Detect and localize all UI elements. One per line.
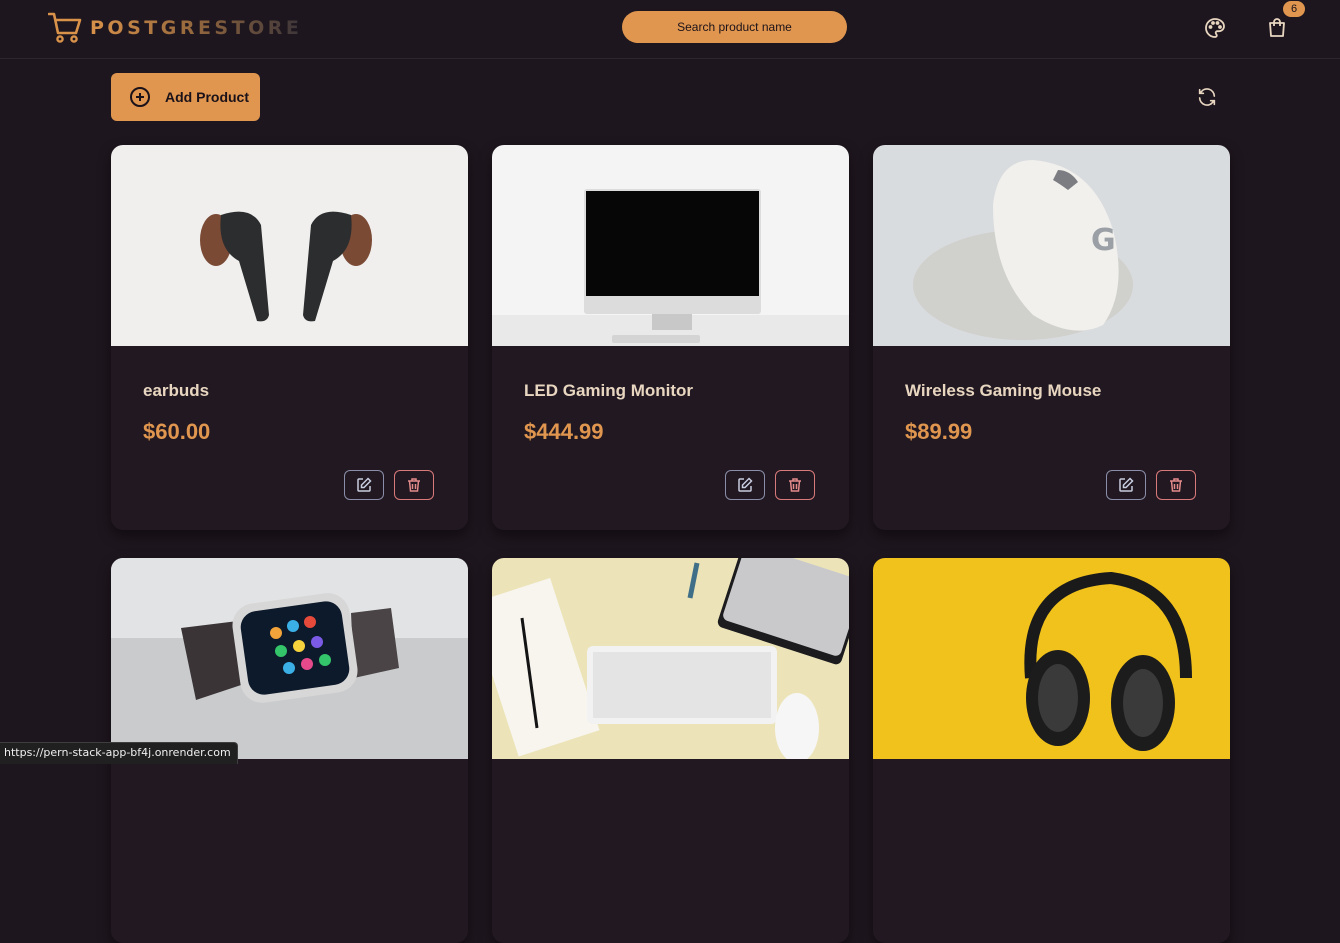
edit-icon <box>1119 477 1134 492</box>
logo-text: POSTGRESTORE <box>90 16 303 39</box>
edit-button[interactable] <box>344 470 384 500</box>
edit-icon <box>738 477 753 492</box>
theme-button[interactable] <box>1203 16 1227 40</box>
edit-button[interactable] <box>1106 470 1146 500</box>
shopping-bag-icon <box>1269 18 1285 37</box>
product-image[interactable] <box>492 145 849 346</box>
product-name: LED Gaming Monitor <box>524 381 694 400</box>
add-product-button[interactable]: Add Product <box>111 73 260 121</box>
product-card <box>492 558 849 943</box>
logo[interactable]: POSTGRESTORE <box>48 11 302 44</box>
product-price: $89.99 <box>905 419 973 444</box>
product-image[interactable] <box>111 558 468 759</box>
search-input[interactable] <box>622 11 847 43</box>
trash-icon <box>789 478 801 492</box>
product-image[interactable] <box>873 558 1230 759</box>
refresh-button[interactable] <box>1196 86 1218 108</box>
svg-text:G: G <box>1091 223 1116 258</box>
product-price: $444.99 <box>524 419 604 444</box>
headphones-photo <box>873 558 1230 759</box>
delete-button[interactable] <box>1156 470 1196 500</box>
product-image[interactable]: G <box>873 145 1230 346</box>
earbuds-photo <box>111 145 468 346</box>
product-image[interactable] <box>111 145 468 346</box>
edit-button[interactable] <box>725 470 765 500</box>
trash-icon <box>1170 478 1182 492</box>
delete-button[interactable] <box>394 470 434 500</box>
product-card: earbuds $60.00 <box>111 145 468 530</box>
smartwatch-photo <box>111 558 468 759</box>
cart-count-badge: 6 <box>1283 1 1305 17</box>
shopping-cart-icon <box>48 12 82 43</box>
palette-icon <box>1205 18 1225 38</box>
add-product-label: Add Product <box>165 89 249 105</box>
product-card: G Wireless Gaming Mouse $89.99 <box>873 145 1230 530</box>
cart-button[interactable] <box>1265 16 1289 40</box>
trash-icon <box>408 478 420 492</box>
product-card: LED Gaming Monitor $444.99 <box>492 145 849 530</box>
product-price: $60.00 <box>143 419 211 444</box>
product-image[interactable] <box>492 558 849 759</box>
refresh-icon <box>1198 88 1216 106</box>
product-card <box>873 558 1230 943</box>
monitor-photo <box>492 145 849 346</box>
navbar: POSTGRESTORE 6 <box>0 0 1340 59</box>
product-name: earbuds <box>143 381 210 400</box>
product-name: Wireless Gaming Mouse <box>905 381 1102 400</box>
keyboard-desk-photo <box>492 558 849 759</box>
status-bar-url: https://pern-stack-app-bf4j.onrender.com <box>0 742 238 764</box>
edit-icon <box>357 477 372 492</box>
delete-button[interactable] <box>775 470 815 500</box>
mouse-photo: G <box>873 145 1230 346</box>
plus-circle-icon <box>130 87 150 107</box>
